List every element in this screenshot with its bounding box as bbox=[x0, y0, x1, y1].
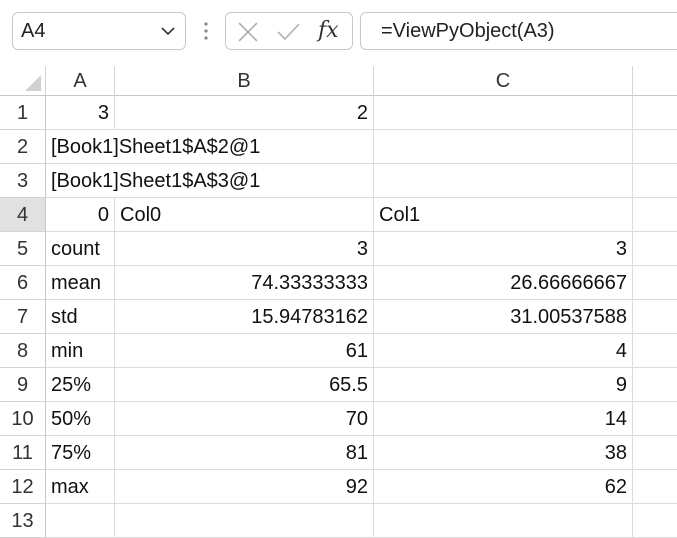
cell-d3[interactable] bbox=[633, 164, 677, 198]
cell-d7[interactable] bbox=[633, 300, 677, 334]
enter-check-icon[interactable] bbox=[276, 20, 300, 44]
name-box[interactable]: A4 bbox=[12, 12, 186, 50]
name-box-value: A4 bbox=[21, 20, 46, 42]
row-header-3[interactable]: 3 bbox=[0, 164, 46, 198]
cell-c13[interactable] bbox=[374, 504, 633, 538]
column-header-b[interactable]: B bbox=[115, 66, 374, 96]
row-header-4[interactable]: 4 bbox=[0, 198, 46, 232]
row-header-9[interactable]: 9 bbox=[0, 368, 46, 402]
cancel-icon[interactable] bbox=[236, 20, 260, 44]
cell-a3[interactable]: [Book1]Sheet1$A$3@1 bbox=[46, 164, 260, 198]
cell-c8[interactable]: 4 bbox=[374, 334, 633, 368]
cell-c4[interactable]: Col1 bbox=[374, 198, 633, 232]
row-header-6[interactable]: 6 bbox=[0, 266, 46, 300]
row-header-13[interactable]: 13 bbox=[0, 504, 46, 538]
cell-b6[interactable]: 74.33333333 bbox=[115, 266, 374, 300]
row-header-8[interactable]: 8 bbox=[0, 334, 46, 368]
cell-c9[interactable]: 9 bbox=[374, 368, 633, 402]
cell-b10[interactable]: 70 bbox=[115, 402, 374, 436]
cell-a9[interactable]: 25% bbox=[46, 368, 115, 402]
select-all-triangle-icon bbox=[25, 75, 41, 91]
insert-function-icon[interactable]: fx bbox=[318, 18, 342, 44]
cell-a12[interactable]: max bbox=[46, 470, 115, 504]
grip-icon[interactable] bbox=[202, 20, 210, 42]
cell-a10[interactable]: 50% bbox=[46, 402, 115, 436]
cell-c6[interactable]: 26.66666667 bbox=[374, 266, 633, 300]
cell-a2[interactable]: [Book1]Sheet1$A$2@1 bbox=[46, 130, 260, 164]
cell-d5[interactable] bbox=[633, 232, 677, 266]
formula-buttons: fx bbox=[225, 12, 353, 50]
cell-a1[interactable]: 3 bbox=[46, 96, 115, 130]
cell-d10[interactable] bbox=[633, 402, 677, 436]
select-all-corner[interactable] bbox=[0, 66, 46, 96]
cell-d13[interactable] bbox=[633, 504, 677, 538]
formula-bar: A4 fx =ViewPyObject(A3) bbox=[0, 0, 677, 66]
row-header-12[interactable]: 12 bbox=[0, 470, 46, 504]
cell-d12[interactable] bbox=[633, 470, 677, 504]
column-header-a[interactable]: A bbox=[46, 66, 115, 96]
cell-a4[interactable]: 0 bbox=[46, 198, 115, 232]
spreadsheet-grid: A B C 1 3 2 2 [Book1]Sheet1$A$2@1 3 [Book1]She… bbox=[0, 66, 677, 538]
cell-c10[interactable]: 14 bbox=[374, 402, 633, 436]
cell-d4[interactable] bbox=[633, 198, 677, 232]
cell-b1[interactable]: 2 bbox=[115, 96, 374, 130]
row-header-1[interactable]: 1 bbox=[0, 96, 46, 130]
row-header-11[interactable]: 11 bbox=[0, 436, 46, 470]
row-header-5[interactable]: 5 bbox=[0, 232, 46, 266]
formula-input[interactable]: =ViewPyObject(A3) bbox=[360, 12, 677, 50]
row-header-10[interactable]: 10 bbox=[0, 402, 46, 436]
cell-c11[interactable]: 38 bbox=[374, 436, 633, 470]
row-header-2[interactable]: 2 bbox=[0, 130, 46, 164]
cell-d9[interactable] bbox=[633, 368, 677, 402]
cell-b8[interactable]: 61 bbox=[115, 334, 374, 368]
cell-a5[interactable]: count bbox=[46, 232, 115, 266]
cell-b13[interactable] bbox=[115, 504, 374, 538]
cell-d6[interactable] bbox=[633, 266, 677, 300]
cell-a8[interactable]: min bbox=[46, 334, 115, 368]
cell-c7[interactable]: 31.00537588 bbox=[374, 300, 633, 334]
cell-d1[interactable] bbox=[633, 96, 677, 130]
cell-b7[interactable]: 15.94783162 bbox=[115, 300, 374, 334]
cell-b4[interactable]: Col0 bbox=[115, 198, 374, 232]
cell-d11[interactable] bbox=[633, 436, 677, 470]
cell-b9[interactable]: 65.5 bbox=[115, 368, 374, 402]
formula-text: =ViewPyObject(A3) bbox=[381, 20, 555, 42]
cell-a13[interactable] bbox=[46, 504, 115, 538]
column-header-d-partial[interactable] bbox=[633, 66, 677, 96]
cell-a6[interactable]: mean bbox=[46, 266, 115, 300]
chevron-down-icon[interactable] bbox=[159, 22, 177, 40]
column-header-c[interactable]: C bbox=[374, 66, 633, 96]
cell-c3[interactable] bbox=[374, 164, 633, 198]
cell-b12[interactable]: 92 bbox=[115, 470, 374, 504]
cell-d8[interactable] bbox=[633, 334, 677, 368]
cell-c5[interactable]: 3 bbox=[374, 232, 633, 266]
cell-a11[interactable]: 75% bbox=[46, 436, 115, 470]
cell-c2[interactable] bbox=[374, 130, 633, 164]
cell-b5[interactable]: 3 bbox=[115, 232, 374, 266]
cell-b11[interactable]: 81 bbox=[115, 436, 374, 470]
cell-a7[interactable]: std bbox=[46, 300, 115, 334]
row-header-7[interactable]: 7 bbox=[0, 300, 46, 334]
cell-c12[interactable]: 62 bbox=[374, 470, 633, 504]
cell-d2[interactable] bbox=[633, 130, 677, 164]
cell-c1[interactable] bbox=[374, 96, 633, 130]
